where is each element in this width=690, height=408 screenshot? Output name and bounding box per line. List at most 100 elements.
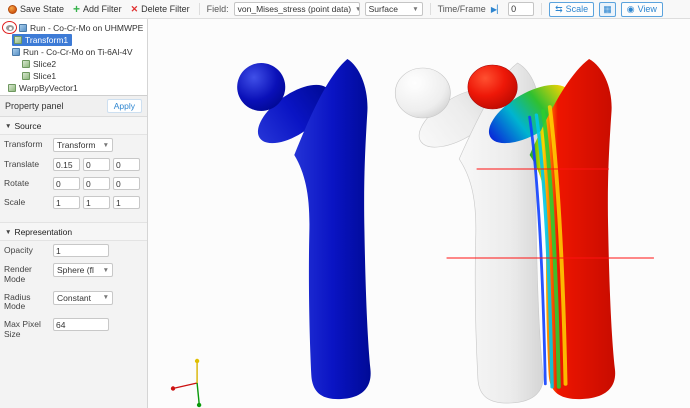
section-representation-title: Representation: [14, 227, 73, 237]
visibility-icon: [6, 25, 14, 31]
add-filter-button[interactable]: + Add Filter: [71, 3, 124, 15]
pipeline-item-label: WarpByVector1: [19, 83, 78, 93]
implant-head-gray: [394, 67, 451, 119]
max-pixel-label: Max Pixel Size: [4, 319, 41, 339]
save-state-button[interactable]: Save State: [6, 3, 66, 15]
dataset-icon: [12, 48, 20, 56]
render-mode-select[interactable]: Sphere (fl ▼: [53, 263, 113, 277]
rotate-x-input[interactable]: [53, 177, 80, 190]
radius-mode-value: Constant: [57, 292, 92, 303]
scale-label: Scale: [4, 197, 26, 207]
view-button-label: View: [637, 4, 657, 14]
property-panel-title: Property panel: [5, 101, 64, 111]
pipeline-item-label: Slice2: [33, 59, 57, 69]
scale-button[interactable]: ⇆ Scale: [549, 1, 595, 17]
main-area: Run - Co-Cr-Mo on UHMWPE Transform1 Run …: [0, 19, 690, 408]
property-panel: Property panel Apply ▼ Source Transform …: [0, 95, 147, 408]
eye-view-icon: ◉: [626, 3, 635, 14]
radius-mode-select[interactable]: Constant ▼: [53, 290, 113, 305]
transform-row: Transform Transform ▼: [0, 135, 147, 155]
pipeline-item-warpbyvector1[interactable]: WarpByVector1: [0, 82, 147, 94]
axis-x: [174, 382, 198, 389]
rotate-row: Rotate: [0, 174, 147, 193]
filter-icon: [22, 60, 30, 68]
scale-x-input[interactable]: [53, 196, 80, 209]
render-view[interactable]: [148, 19, 690, 408]
axis-y-tip: [194, 358, 200, 364]
scale-icon: ⇆: [555, 3, 563, 14]
chevron-down-icon: ▼: [412, 5, 419, 13]
pipeline-item-run-ti6al4v[interactable]: Run - Co-Cr-Mo on Ti-6Al-4V: [0, 46, 147, 58]
implant-head-stress: [467, 64, 518, 110]
max-pixel-row: Max Pixel Size: [0, 315, 147, 343]
scale-z-input[interactable]: [113, 196, 140, 209]
pipeline-item-slice1[interactable]: Slice1: [0, 70, 147, 82]
pipeline-item-label: Slice1: [33, 71, 57, 81]
axis-x-tip: [170, 386, 176, 391]
pipeline-item-slice2[interactable]: Slice2: [0, 58, 147, 70]
rotate-label: Rotate: [4, 178, 30, 188]
toolbar-separator: [198, 3, 200, 15]
add-filter-label: Add Filter: [83, 4, 122, 14]
grid-view-button[interactable]: ▦: [599, 1, 616, 17]
property-panel-header: Property panel Apply: [0, 96, 147, 117]
max-pixel-input[interactable]: [53, 318, 109, 332]
delete-filter-button[interactable]: ✕ Delete Filter: [129, 3, 192, 16]
pipeline-item-label: Transform1: [25, 35, 69, 45]
transform-label: Transform: [4, 139, 43, 149]
save-state-icon: [8, 4, 17, 14]
dataset-icon: [19, 24, 27, 32]
chevron-down-icon: ▼: [355, 6, 359, 13]
visibility-toggle[interactable]: [2, 21, 17, 34]
field-dropdown-value: von_Mises_stress (point data): [237, 4, 352, 14]
rotate-z-input[interactable]: [113, 177, 140, 190]
translate-x-input[interactable]: [53, 158, 80, 171]
selected-item-highlight: Transform1: [12, 34, 73, 46]
field-dropdown[interactable]: von_Mises_stress (point data) ▼: [233, 2, 360, 16]
translate-row: Translate: [0, 155, 147, 174]
filter-icon: [8, 84, 16, 92]
opacity-label: Opacity: [4, 245, 33, 255]
scale-row: Scale: [0, 193, 147, 212]
pipeline-browser: Run - Co-Cr-Mo on UHMWPE Transform1 Run …: [0, 19, 147, 95]
implant-head-blue: [237, 63, 286, 111]
rotate-y-input[interactable]: [83, 177, 110, 190]
axis-z: [196, 382, 200, 404]
translate-y-input[interactable]: [83, 158, 110, 171]
representation-dropdown[interactable]: Surface ▼: [364, 2, 423, 16]
section-representation[interactable]: ▼ Representation: [0, 222, 147, 241]
chevron-down-icon: ▼: [102, 141, 109, 149]
section-source[interactable]: ▼ Source: [0, 117, 147, 135]
render-mode-label: Render Mode: [4, 264, 32, 284]
radius-mode-row: Radius Mode Constant ▼: [0, 288, 147, 316]
play-icon[interactable]: ▶▏: [491, 5, 503, 14]
save-state-label: Save State: [20, 4, 65, 14]
representation-dropdown-value: Surface: [368, 4, 398, 14]
scale-y-input[interactable]: [83, 196, 110, 209]
scale-button-label: Scale: [565, 4, 589, 14]
translate-z-input[interactable]: [113, 158, 140, 171]
filter-icon: [22, 72, 30, 80]
opacity-input[interactable]: [53, 244, 109, 257]
pipeline-item-label: Run - Co-Cr-Mo on Ti-6Al-4V: [23, 47, 133, 57]
transform-select[interactable]: Transform ▼: [53, 138, 113, 152]
toolbar-separator: [429, 3, 431, 15]
render-canvas: [170, 59, 654, 408]
view-button[interactable]: ◉ View: [620, 1, 663, 17]
pipeline-item-run-uhmwpe[interactable]: Run - Co-Cr-Mo on UHMWPE: [0, 21, 147, 34]
time-frame-input[interactable]: [508, 2, 535, 16]
axis-z-tip: [196, 402, 202, 408]
pipeline-item-transform1[interactable]: Transform1: [0, 34, 147, 46]
axes-widget: [170, 358, 202, 408]
time-frame-label: Time/Frame: [437, 4, 486, 14]
triangle-down-icon: ▼: [5, 122, 12, 130]
toolbar: Save State + Add Filter ✕ Delete Filter …: [0, 0, 690, 19]
render-mode-value: Sphere (fl: [57, 265, 94, 275]
filter-icon: [14, 36, 22, 44]
chevron-down-icon: ▼: [102, 294, 109, 302]
apply-button[interactable]: Apply: [106, 99, 142, 113]
femur-model-blue[interactable]: [237, 59, 371, 400]
delete-icon: ✕: [130, 3, 139, 14]
field-label: Field:: [206, 4, 229, 14]
render-mode-row: Render Mode Sphere (fl ▼: [0, 260, 147, 288]
